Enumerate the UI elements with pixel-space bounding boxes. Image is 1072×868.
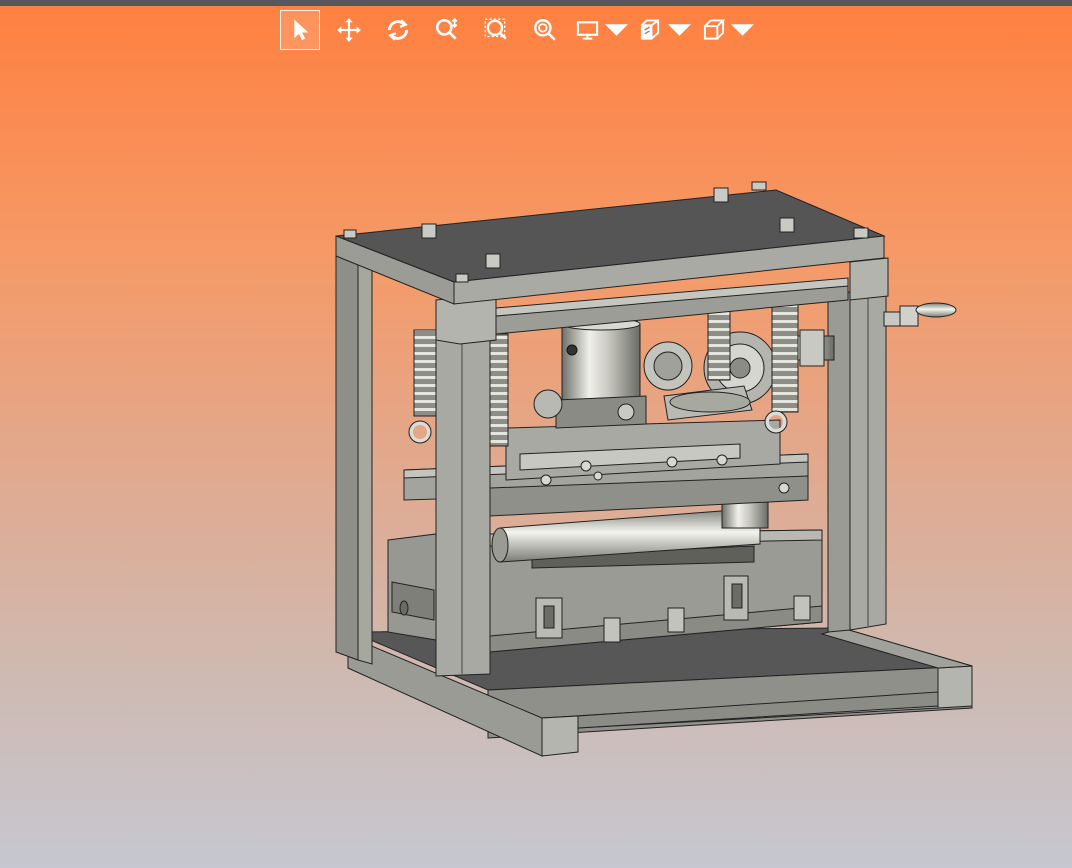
zoom-fit-tool-button[interactable]: [525, 10, 565, 50]
select-tool-button[interactable]: [280, 10, 320, 50]
cube-view-icon: [703, 19, 725, 40]
zoom-fit-icon: [534, 19, 556, 41]
display-mode-dropdown[interactable]: [574, 10, 628, 50]
hand-crank: [883, 302, 957, 327]
view-orientation-dropdown[interactable]: [700, 10, 754, 50]
3d-model-press-machine[interactable]: [0, 0, 1072, 868]
view-toolbar: [280, 10, 763, 50]
rotate-icon: [387, 19, 409, 41]
chevron-down-icon: [668, 24, 691, 36]
section-view-dropdown[interactable]: [637, 10, 691, 50]
rotate-tool-button[interactable]: [378, 10, 418, 50]
chevron-down-icon: [605, 24, 628, 36]
pan-arrows-icon: [337, 18, 361, 42]
zoom-window-icon: [484, 18, 507, 40]
column-rear-left: [335, 235, 359, 661]
section-view-icon: [640, 19, 660, 40]
cursor-arrow-icon: [294, 19, 309, 41]
zoom-tool-button[interactable]: [427, 10, 467, 50]
chevron-down-icon: [731, 24, 754, 36]
zoom-dynamic-icon: [435, 17, 458, 40]
column-front-left: [435, 303, 491, 677]
pan-tool-button[interactable]: [329, 10, 369, 50]
monitor-icon: [576, 21, 599, 40]
zoom-window-tool-button[interactable]: [476, 10, 516, 50]
press-cylinder: [561, 323, 641, 407]
3d-viewport[interactable]: [0, 0, 1072, 868]
